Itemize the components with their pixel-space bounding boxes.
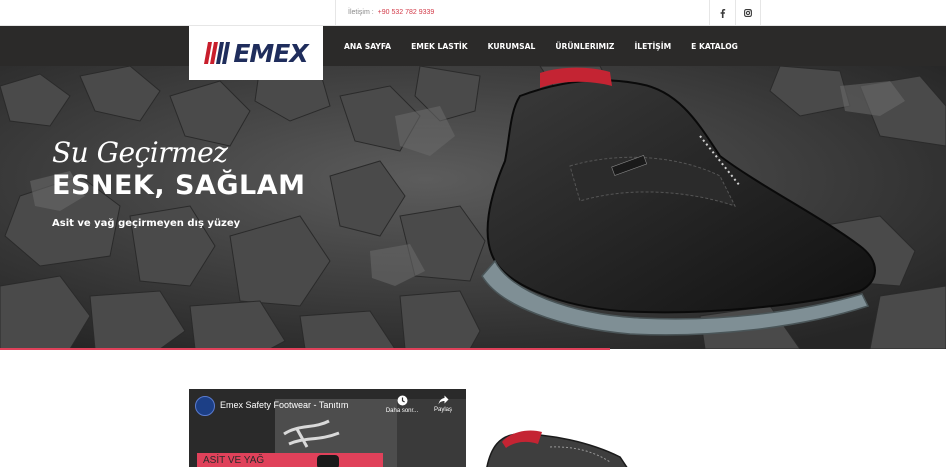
site-logo[interactable]: EMEX xyxy=(189,26,323,80)
product-shoe-image xyxy=(480,412,760,467)
top-bar: İletişim : +90 532 782 9339 xyxy=(0,0,946,26)
logo-stripes-icon xyxy=(204,42,231,64)
facebook-icon xyxy=(720,8,725,18)
hero-background-image xyxy=(0,66,946,349)
nav-menu: ANA SAYFA EMEK LASTİK KURUMSAL ÜRÜNLERIM… xyxy=(334,26,748,66)
share-icon xyxy=(438,395,448,405)
clock-icon xyxy=(397,395,407,406)
share-label: Paylaş xyxy=(433,407,452,413)
hero-slider[interactable]: Su Geçirmez ESNEK, SAĞLAM Asit ve yağ ge… xyxy=(0,66,946,349)
hero-headline: ESNEK, SAĞLAM xyxy=(52,170,306,201)
nav-item-urunlerimiz[interactable]: ÜRÜNLERIMIZ xyxy=(555,42,614,51)
video-caption-strip: ASİT VE YAĞ xyxy=(197,453,383,467)
contact-info: İletişim : +90 532 782 9339 xyxy=(335,0,434,26)
instagram-link[interactable] xyxy=(735,0,761,26)
video-title[interactable]: Emex Safety Footwear - Tanıtım xyxy=(220,400,348,410)
watch-later-button[interactable]: Daha sonr... xyxy=(385,395,419,414)
youtube-video-embed[interactable]: Emex Safety Footwear - Tanıtım Daha sonr… xyxy=(189,389,466,467)
watch-later-label: Daha sonr... xyxy=(385,408,419,414)
nav-item-emek-lastik[interactable]: EMEK LASTİK xyxy=(411,42,468,51)
hero-progress-bar xyxy=(0,348,610,350)
instagram-icon xyxy=(744,9,752,17)
nav-item-e-katalog[interactable]: E KATALOG xyxy=(691,42,738,51)
nav-item-iletisim[interactable]: İLETİŞİM xyxy=(634,42,671,51)
nav-item-ana-sayfa[interactable]: ANA SAYFA xyxy=(344,42,391,51)
nav-item-kurumsal[interactable]: KURUMSAL xyxy=(488,42,536,51)
phone-link[interactable]: +90 532 782 9339 xyxy=(378,9,435,16)
facebook-link[interactable] xyxy=(709,0,735,26)
contact-label: İletişim : xyxy=(348,9,374,16)
hero-subline: Asit ve yağ geçirmeyen dış yüzey xyxy=(52,218,241,229)
play-button[interactable] xyxy=(317,455,339,467)
product-preview[interactable] xyxy=(480,412,760,467)
hero-script-text: Su Geçirmez xyxy=(52,136,228,169)
share-button[interactable]: Paylaş xyxy=(426,395,460,413)
logo-text: EMEX xyxy=(233,38,308,68)
channel-avatar[interactable] xyxy=(195,396,215,416)
